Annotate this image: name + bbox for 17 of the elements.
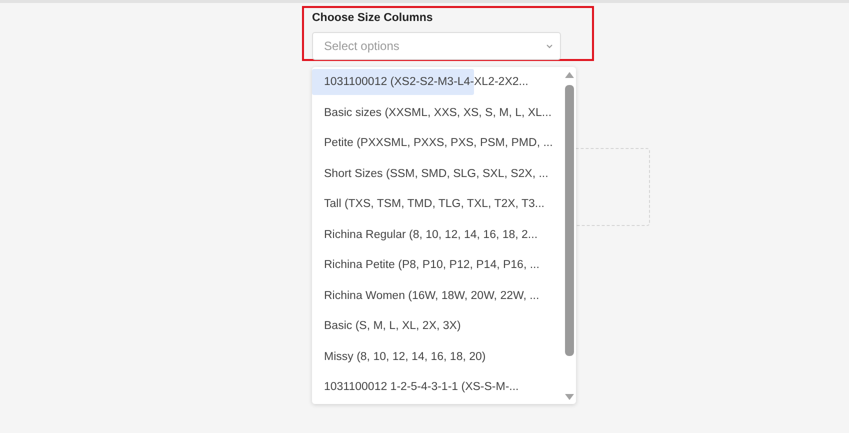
option-item[interactable]: Petite (PXXSML, PXXS, PXS, PSM, PMD, ... (312, 128, 562, 158)
option-item[interactable]: Richina Petite (P8, P10, P12, P14, P16, ... (312, 250, 562, 280)
scroll-down-icon[interactable] (564, 394, 574, 400)
select-field[interactable]: Select options (312, 32, 561, 60)
option-item[interactable]: Tall (TXS, TSM, TMD, TLG, TXL, T2X, T3... (312, 189, 562, 220)
option-item[interactable]: Short Sizes (SSM, SMD, SLG, SXL, S2X, ... (312, 158, 562, 189)
option-item[interactable]: Basic (S, M, L, XL, 2X, 3X) (312, 311, 562, 342)
option-item[interactable]: Missy (8, 10, 12, 14, 16, 18, 20) (312, 342, 562, 372)
scrollbar-thumb[interactable] (564, 85, 574, 356)
option-item[interactable]: Richina Women (16W, 18W, 20W, 22W, ... (312, 280, 562, 311)
option-item[interactable]: Basic sizes (XXSML, XXS, XS, S, M, L, XL... (312, 98, 562, 128)
scroll-up-icon[interactable] (564, 72, 574, 78)
option-item[interactable]: 1031100012 1-2-5-4-3-1-1 (XS-S-M-... (312, 372, 562, 402)
caret-icon (546, 44, 553, 49)
option-item[interactable]: 1031100012 (XS2-S2-M3-L4-XL2-2X2... (312, 67, 562, 98)
field-label: Choose Size Columns (312, 11, 434, 25)
option-item[interactable]: Richina Regular (8, 10, 12, 14, 16, 18, 2... (312, 220, 562, 250)
